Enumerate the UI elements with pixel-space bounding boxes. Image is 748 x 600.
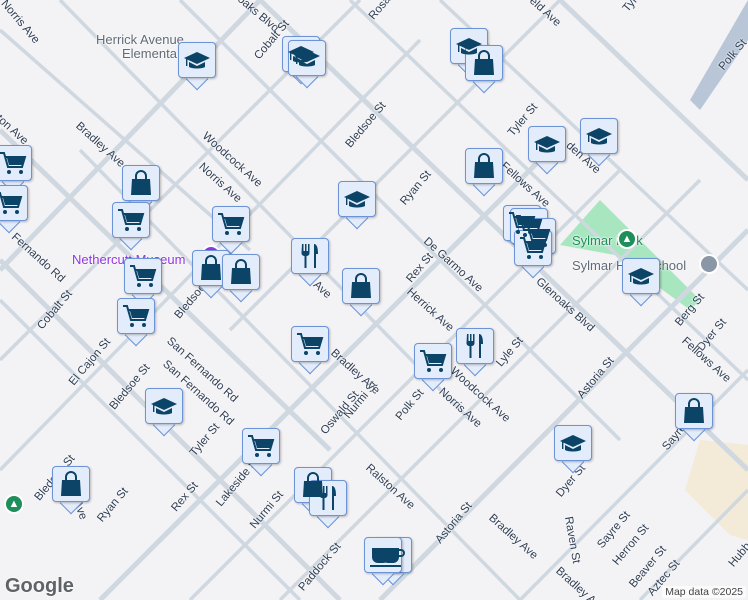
marker-box <box>291 326 329 362</box>
shopping-cart-icon <box>246 431 276 461</box>
shop-marker[interactable] <box>222 254 260 303</box>
restaurant-marker[interactable] <box>291 238 329 287</box>
shopping-bag-icon <box>56 469 86 499</box>
shopping-cart-icon <box>518 233 548 263</box>
marker-box <box>124 258 162 294</box>
shopping-bag-icon <box>226 257 256 287</box>
fork-knife-icon <box>313 483 343 513</box>
google-logo[interactable]: Google <box>5 575 74 598</box>
marker-box <box>528 126 566 162</box>
school-marker[interactable] <box>622 258 660 307</box>
marker-box <box>456 328 494 364</box>
park-tree-icon[interactable]: ▲ <box>617 229 637 249</box>
shop-marker[interactable] <box>675 393 713 442</box>
shop-marker[interactable] <box>465 148 503 197</box>
school-label[interactable]: Herrick Avenue <box>96 32 184 47</box>
grocery-marker[interactable] <box>112 202 150 251</box>
shopping-bag-icon <box>469 151 499 181</box>
shop-marker[interactable] <box>52 466 90 515</box>
park-tree-icon[interactable]: ▲ <box>4 494 24 514</box>
map-attribution[interactable]: Map data ©2025 <box>662 586 746 598</box>
marker-box <box>465 148 503 184</box>
graduation-cap-icon <box>149 391 179 421</box>
grocery-marker[interactable] <box>0 185 28 234</box>
graduation-cap-icon <box>182 45 212 75</box>
school-marker[interactable] <box>528 126 566 175</box>
marker-box <box>0 145 32 181</box>
marker-box <box>554 425 592 461</box>
marker-box <box>242 428 280 464</box>
high-school-pin-icon[interactable] <box>699 254 719 274</box>
shopping-cart-icon <box>418 346 448 376</box>
grocery-marker[interactable] <box>514 230 552 279</box>
school-marker[interactable] <box>580 118 618 167</box>
school-marker[interactable] <box>554 425 592 474</box>
marker-box <box>342 268 380 304</box>
shop-marker[interactable] <box>465 45 503 94</box>
marker-box <box>309 480 347 516</box>
shopping-cart-icon <box>295 329 325 359</box>
grocery-marker[interactable] <box>291 326 329 375</box>
school-marker[interactable] <box>338 181 376 230</box>
marker-box <box>212 206 250 242</box>
shopping-cart-icon <box>0 188 24 218</box>
marker-box <box>291 238 329 274</box>
grocery-marker[interactable] <box>242 428 280 477</box>
shopping-cart-icon <box>216 209 246 239</box>
shopping-bag-icon <box>469 48 499 78</box>
school-marker[interactable] <box>178 42 216 91</box>
cafe-marker[interactable] <box>364 537 402 586</box>
graduation-cap-icon <box>584 121 614 151</box>
marker-box <box>145 388 183 424</box>
graduation-cap-icon <box>532 129 562 159</box>
graduation-cap-icon <box>558 428 588 458</box>
marker-box <box>580 118 618 154</box>
grocery-marker[interactable] <box>212 206 250 255</box>
coffee-cup-icon <box>368 540 398 570</box>
shopping-cart-icon <box>128 261 158 291</box>
shopping-bag-icon <box>679 396 709 426</box>
restaurant-marker[interactable] <box>309 480 347 529</box>
school-marker[interactable] <box>288 40 326 89</box>
marker-box <box>0 185 28 221</box>
marker-box <box>514 230 552 266</box>
fork-knife-icon <box>460 331 490 361</box>
school-marker[interactable] <box>145 388 183 437</box>
marker-box <box>364 537 402 573</box>
marker-box <box>192 250 230 286</box>
shopping-cart-icon <box>0 148 28 178</box>
marker-box <box>675 393 713 429</box>
marker-box <box>288 40 326 76</box>
marker-box <box>178 42 216 78</box>
marker-box <box>414 343 452 379</box>
shopping-bag-icon <box>346 271 376 301</box>
school-label-line2[interactable]: Elementa <box>122 46 177 61</box>
graduation-cap-icon <box>342 184 372 214</box>
marker-box <box>122 165 160 201</box>
marker-box <box>465 45 503 81</box>
marker-box <box>117 298 155 334</box>
shopping-bag-icon <box>126 168 156 198</box>
grocery-marker[interactable] <box>117 298 155 347</box>
map-canvas[interactable]: Herrick Avenue Elementa Nethercutt Museu… <box>0 0 748 600</box>
marker-box <box>112 202 150 238</box>
shopping-cart-icon <box>116 205 146 235</box>
marker-box <box>222 254 260 290</box>
marker-box <box>622 258 660 294</box>
graduation-cap-icon <box>292 43 322 73</box>
marker-box <box>338 181 376 217</box>
shopping-bag-icon <box>196 253 226 283</box>
fork-knife-icon <box>295 241 325 271</box>
shopping-cart-icon <box>121 301 151 331</box>
restaurant-marker[interactable] <box>456 328 494 377</box>
marker-box <box>52 466 90 502</box>
grocery-marker[interactable] <box>414 343 452 392</box>
graduation-cap-icon <box>626 261 656 291</box>
commercial-area <box>685 440 748 540</box>
shop-marker[interactable] <box>342 268 380 317</box>
